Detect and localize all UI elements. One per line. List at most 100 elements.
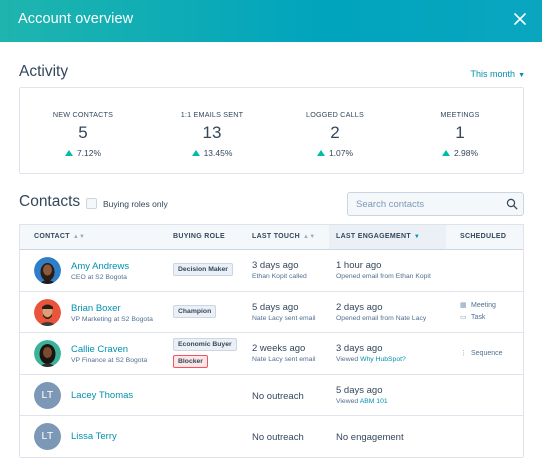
column-label: CONTACT — [34, 233, 70, 240]
calendar-icon: ▦ — [460, 301, 467, 309]
last-touch: No outreach — [252, 432, 304, 443]
activity-title: Activity — [19, 63, 69, 80]
period-dropdown[interactable]: This month ▼ — [471, 69, 525, 79]
role-tag: Economic Buyer — [173, 338, 237, 351]
column-header-scheduled: SCHEDULED — [460, 225, 506, 249]
stat-label: MEETINGS — [440, 110, 480, 119]
last-touch: 5 days ago — [252, 301, 299, 313]
table-row[interactable]: LT Lacey Thomas No outreach 5 days ago V… — [20, 375, 523, 416]
column-label: LAST TOUCH — [252, 233, 300, 240]
table-row[interactable]: Amy Andrews CEO at S2 Bogota Decision Ma… — [20, 250, 523, 292]
column-label: BUYING ROLE — [173, 233, 225, 240]
search-icon[interactable] — [506, 198, 518, 210]
sequence-icon: ⋮ — [460, 350, 467, 357]
contact-name[interactable]: Lissa Terry — [71, 431, 117, 442]
role-tag-blocker: Blocker — [173, 355, 208, 368]
last-touch: 3 days ago — [252, 260, 299, 271]
up-arrow-icon — [191, 150, 200, 156]
avatar: LT — [34, 423, 61, 450]
engagement-link[interactable]: Why HubSpot? — [360, 356, 406, 363]
last-touch: 2 weeks ago — [252, 343, 306, 354]
stat-value: 1 — [455, 123, 465, 142]
sort-icon: ▲▼ — [302, 234, 316, 240]
scheduled-meeting[interactable]: ▦ Meeting — [460, 301, 496, 309]
scheduled-label: Meeting — [471, 301, 496, 309]
period-label: This month — [470, 69, 516, 79]
contacts-title: Contacts — [19, 193, 81, 210]
contact-subtitle: CEO at S2 Bogota — [71, 274, 127, 281]
column-label: SCHEDULED — [460, 233, 507, 240]
last-engagement: 3 days ago — [336, 343, 383, 354]
scheduled-task[interactable]: ▭ Task — [460, 313, 485, 321]
stat-change: 7.12% — [20, 148, 146, 158]
stat-logged-calls: LOGGED CALLS 2 1.07% — [272, 88, 398, 175]
avatar — [34, 298, 61, 326]
contacts-table: CONTACT ▲▼ BUYING ROLE LAST TOUCH ▲▼ LAST … — [19, 224, 524, 458]
sort-icon: ▲▼ — [72, 234, 86, 240]
last-touch-detail: Ethan Kopit called — [252, 273, 307, 280]
table-row[interactable]: Callie Craven VP Finance at S2 Bogota Ec… — [20, 333, 523, 375]
column-header-last-touch[interactable]: LAST TOUCH ▲▼ — [252, 225, 315, 249]
stat-emails-sent: 1:1 EMAILS SENT 13 13.45% — [149, 88, 275, 175]
up-arrow-icon — [64, 150, 73, 156]
last-touch: No outreach — [252, 390, 304, 402]
contact-name[interactable]: Lacey Thomas — [71, 390, 133, 401]
stat-change-value: 13.45% — [203, 148, 233, 158]
close-icon[interactable] — [510, 9, 530, 29]
column-header-buying-role: BUYING ROLE — [173, 225, 225, 249]
buying-roles-checkbox[interactable] — [86, 198, 97, 209]
stat-value: 2 — [330, 123, 340, 142]
scheduled-sequence[interactable]: ⋮ Sequence — [460, 349, 503, 357]
buying-roles-label: Buying roles only — [103, 199, 168, 209]
column-label: LAST ENGAGEMENT — [336, 233, 411, 240]
avatar — [34, 340, 61, 367]
engagement-link[interactable]: ABM 101 — [360, 398, 388, 405]
last-engagement-detail: Viewed Why HubSpot? — [336, 356, 406, 363]
last-touch-detail: Nate Lacy sent email — [252, 314, 316, 322]
stat-change: 1.07% — [272, 148, 398, 158]
contact-name[interactable]: Callie Craven — [71, 344, 128, 355]
search-contacts-input[interactable] — [347, 192, 524, 216]
avatar: LT — [34, 381, 61, 409]
engagement-action: Viewed — [336, 397, 360, 405]
last-engagement: No engagement — [336, 432, 404, 443]
column-header-last-engagement[interactable]: LAST ENGAGEMENT ▼ — [329, 225, 446, 249]
buying-roles-filter[interactable]: Buying roles only — [86, 198, 168, 209]
stat-change-value: 2.98% — [453, 148, 479, 158]
stat-change-value: 7.12% — [76, 148, 102, 158]
engagement-action: Viewed — [336, 356, 361, 363]
activity-stats: NEW CONTACTS 5 7.12% 1:1 EMAILS SENT 13 … — [19, 87, 524, 174]
last-engagement-detail: Viewed ABM 101 — [336, 398, 388, 405]
stat-value: 13 — [202, 123, 222, 142]
last-engagement: 2 days ago — [336, 301, 383, 313]
stat-label: 1:1 EMAILS SENT — [180, 110, 244, 119]
last-touch-detail: Nate Lacy sent email — [252, 356, 316, 363]
stat-meetings: MEETINGS 1 2.98% — [397, 88, 523, 175]
task-icon: ▭ — [460, 313, 467, 321]
contact-name[interactable]: Amy Andrews — [71, 261, 129, 272]
last-engagement: 1 hour ago — [336, 260, 382, 271]
modal-title: Account overview — [18, 11, 134, 27]
avatar — [34, 257, 61, 284]
stat-new-contacts: NEW CONTACTS 5 7.12% — [20, 88, 146, 175]
role-tag: Champion — [173, 304, 217, 318]
up-arrow-icon — [441, 150, 450, 156]
column-header-contact[interactable]: CONTACT ▲▼ — [34, 225, 85, 249]
scheduled-label: Task — [471, 313, 486, 321]
stat-value: 5 — [78, 123, 88, 142]
stat-label: LOGGED CALLS — [306, 110, 364, 119]
contact-subtitle: VP Finance at S2 Bogota — [71, 357, 148, 364]
last-engagement: 5 days ago — [336, 384, 383, 396]
table-row[interactable]: LT Lissa Terry No outreach No engagement — [20, 416, 523, 458]
up-arrow-icon — [316, 150, 325, 156]
stat-label: NEW CONTACTS — [52, 110, 114, 119]
stat-change: 13.45% — [149, 148, 275, 158]
table-row[interactable]: Brian Boxer VP Marketing at S2 Bogota Ch… — [20, 292, 523, 333]
last-engagement-detail: Opened email from Ethan Kopit — [336, 273, 431, 280]
contact-subtitle: VP Marketing at S2 Bogota — [71, 315, 153, 323]
last-engagement-detail: Opened email from Nate Lacy — [336, 314, 427, 322]
chevron-down-icon: ▼ — [518, 72, 525, 79]
stat-change: 2.98% — [397, 148, 523, 158]
scheduled-label: Sequence — [471, 350, 503, 357]
contact-name[interactable]: Brian Boxer — [71, 303, 121, 314]
